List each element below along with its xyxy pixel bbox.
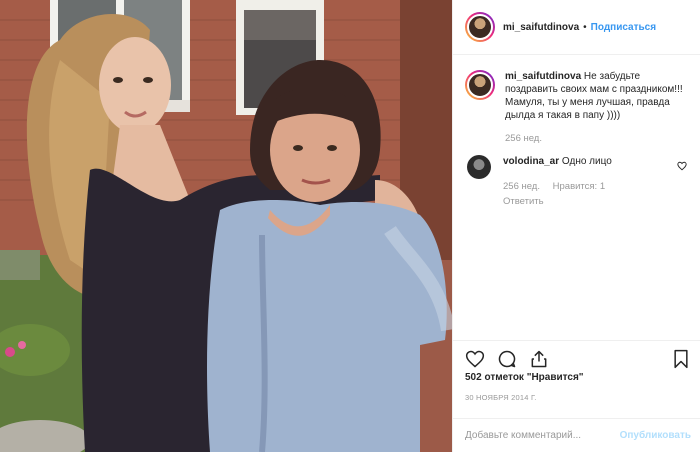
caption: mi_saifutdinova Не забудьте поздравить с… bbox=[465, 70, 689, 145]
post-image bbox=[0, 0, 452, 452]
publish-button[interactable]: Опубликовать bbox=[620, 430, 691, 441]
comment-text: Одно лицо bbox=[561, 156, 612, 167]
likes-count[interactable]: 502 отметок "Нравится" bbox=[465, 372, 584, 383]
share-icon[interactable] bbox=[529, 349, 549, 369]
comment-time[interactable]: 256 нед. bbox=[503, 181, 540, 192]
caption-time[interactable]: 256 нед. bbox=[505, 133, 542, 144]
comment-icon[interactable] bbox=[497, 349, 517, 369]
caption-username-link[interactable]: mi_saifutdinova bbox=[505, 71, 581, 82]
post-header: mi_saifutdinova • Подписаться bbox=[453, 0, 700, 55]
comment-meta: 256 нед. Нравится: 1 bbox=[503, 180, 687, 193]
post-photo[interactable] bbox=[0, 0, 452, 452]
heart-icon[interactable] bbox=[465, 349, 485, 369]
caption-avatar[interactable] bbox=[465, 70, 495, 100]
comment-input[interactable] bbox=[465, 430, 620, 441]
header-separator: • bbox=[583, 21, 587, 33]
add-comment-bar: Опубликовать bbox=[453, 418, 700, 452]
bookmark-icon[interactable] bbox=[671, 349, 691, 369]
commenter-username-link[interactable]: volodina_ar bbox=[503, 156, 559, 167]
commenter-avatar[interactable] bbox=[467, 155, 491, 179]
follow-button[interactable]: Подписаться bbox=[591, 22, 656, 33]
comment-likes-count[interactable]: Нравится: 1 bbox=[553, 181, 605, 192]
comment-item: volodina_ar Одно лицо 256 нед. Нравится:… bbox=[465, 155, 689, 208]
author-username-link[interactable]: mi_saifutdinova bbox=[503, 22, 579, 33]
post-date[interactable]: 30 НОЯБРЯ 2014 Г. bbox=[465, 393, 537, 402]
instagram-post: mi_saifutdinova • Подписаться mi_saifutd… bbox=[0, 0, 700, 452]
caption-meta: 256 нед. bbox=[505, 132, 689, 145]
comments-section: mi_saifutdinova Не забудьте поздравить с… bbox=[453, 56, 700, 340]
reply-button[interactable]: Ответить bbox=[503, 196, 544, 207]
comment-reply-row: Ответить bbox=[503, 195, 687, 208]
comment-like-heart-icon[interactable] bbox=[677, 161, 687, 174]
post-side-panel: mi_saifutdinova • Подписаться mi_saifutd… bbox=[452, 0, 700, 452]
author-avatar[interactable] bbox=[465, 12, 495, 42]
action-bar bbox=[453, 340, 700, 376]
